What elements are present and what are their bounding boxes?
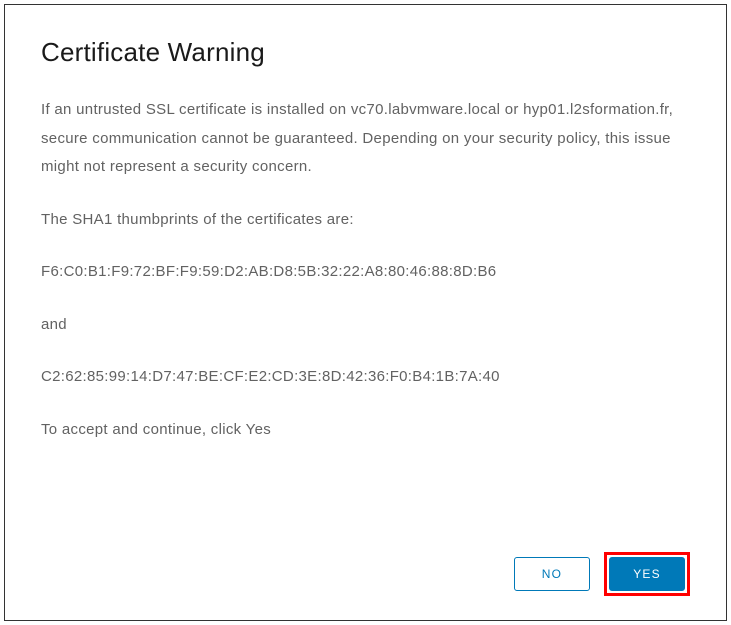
dialog-title: Certificate Warning bbox=[41, 37, 690, 68]
yes-button-highlight: Yes bbox=[604, 552, 690, 596]
thumbprint-intro: The SHA1 thumbprints of the certificates… bbox=[41, 206, 690, 235]
thumbprint-connector: and bbox=[41, 311, 690, 340]
thumbprint-1: F6:C0:B1:F9:72:BF:F9:59:D2:AB:D8:5B:32:2… bbox=[41, 258, 690, 287]
certificate-warning-dialog: Certificate Warning If an untrusted SSL … bbox=[4, 4, 727, 621]
warning-text: If an untrusted SSL certificate is insta… bbox=[41, 96, 690, 182]
accept-text: To accept and continue, click Yes bbox=[41, 416, 690, 445]
dialog-body: If an untrusted SSL certificate is insta… bbox=[41, 96, 690, 532]
dialog-footer: No Yes bbox=[41, 552, 690, 596]
yes-button[interactable]: Yes bbox=[609, 557, 685, 591]
no-button[interactable]: No bbox=[514, 557, 590, 591]
thumbprint-2: C2:62:85:99:14:D7:47:BE:CF:E2:CD:3E:8D:4… bbox=[41, 363, 690, 392]
